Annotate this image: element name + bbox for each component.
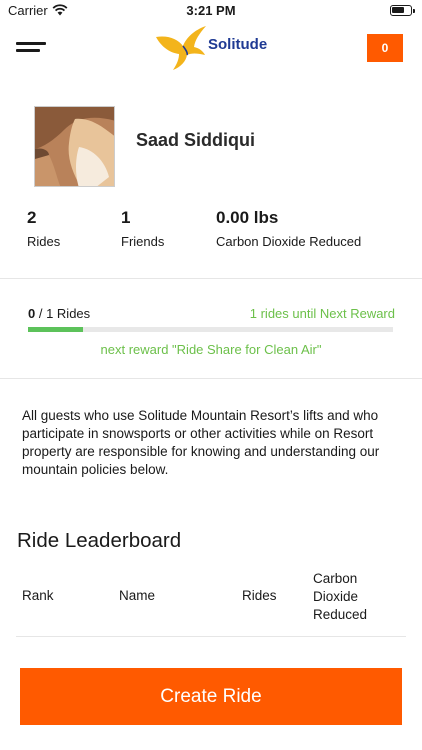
policy-text: All guests who use Solitude Mountain Res… [22,408,380,477]
stat-label: Carbon Dioxide Reduced [216,234,362,249]
stat-friends[interactable]: 1 Friends [121,208,164,249]
stat-carbon: 0.00 lbs Carbon Dioxide Reduced [216,208,361,249]
ride-progress-total: / 1 Rides [35,306,91,321]
column-header-rides: Rides [242,588,277,603]
leaderboard-title: Ride Leaderboard [17,529,182,552]
column-header-carbon: Carbon Dioxide Reduced [313,571,368,622]
divider [0,278,422,279]
cart-count-button[interactable]: 0 [367,34,403,62]
stat-value: 2 [27,208,37,227]
reward-progress-fill [28,327,83,332]
stat-label: Friends [121,234,165,249]
logo-text: Solitude [208,36,268,53]
create-ride-button[interactable]: Create Ride [20,668,402,725]
column-header-rank: Rank [22,588,54,603]
rides-until-reward: 1 rides until Next Reward [249,306,395,321]
leaderboard-divider [16,636,406,637]
app-header: Solitude 0 [0,22,422,74]
bird-logo-icon [156,26,206,70]
column-header-name: Name [119,588,156,603]
status-time: 3:21 PM [186,3,236,18]
reward-progress-bar [28,327,393,332]
menu-button[interactable] [16,39,48,59]
solitude-logo: Solitude [152,23,274,71]
profile-photo [35,107,114,186]
battery-icon [390,5,415,16]
divider [0,378,422,379]
next-reward-label: next reward "Ride Share for Clean Air" [100,342,322,357]
avatar[interactable] [34,106,115,187]
stat-value: 0.00 lbs [216,208,279,227]
stat-label: Rides [27,234,61,249]
ride-progress-count: 0 / 1 Rides [28,306,90,321]
menu-icon [16,42,46,45]
user-name: Saad Siddiqui [136,130,256,150]
status-bar: Carrier 3:21 PM [0,0,422,22]
stat-value: 1 [121,208,131,227]
stat-rides: 2 Rides [27,208,60,249]
